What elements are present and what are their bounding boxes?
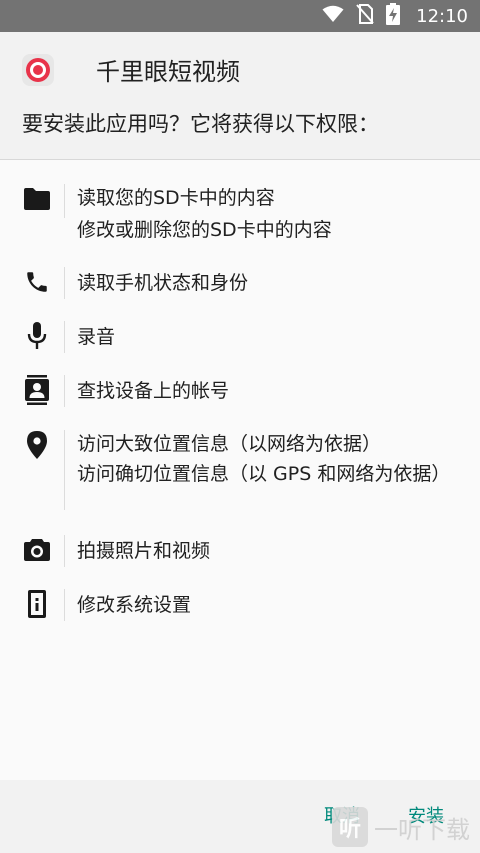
phone-icon (22, 267, 52, 297)
watermark-logo: 听 (332, 807, 368, 847)
permission-line: 修改或删除您的SD卡中的内容 (77, 219, 332, 241)
permission-line: 修改系统设置 (77, 594, 192, 616)
item-divider (64, 589, 65, 621)
microphone-icon (22, 321, 52, 351)
permissions-list[interactable]: 读取您的SD卡中的内容 修改或删除您的SD卡中的内容 读取手机状态和身份 录音 (0, 160, 480, 780)
permission-text: 查找设备上的帐号 (77, 375, 456, 407)
permission-item-phone: 读取手机状态和身份 (0, 265, 480, 301)
permission-line: 录音 (77, 326, 116, 348)
permission-text: 访问大致位置信息（以网络为依据） 访问确切位置信息（以 GPS 和网络为依据） (77, 428, 456, 488)
no-sim-icon (356, 4, 374, 28)
permission-line: 读取手机状态和身份 (77, 272, 249, 294)
permission-item-system-settings: 修改系统设置 (0, 587, 480, 623)
permission-text: 录音 (77, 321, 456, 353)
app-icon (22, 53, 54, 86)
wifi-icon (322, 5, 344, 27)
contacts-icon (22, 375, 52, 405)
watermark-text: 一听下载 (374, 815, 470, 844)
permission-text: 读取手机状态和身份 (77, 267, 456, 299)
item-divider (64, 430, 65, 510)
item-divider (64, 267, 65, 299)
camera-icon (22, 535, 52, 565)
permission-line: 拍摄照片和视频 (77, 540, 211, 562)
watermark: 听 一听下载 (332, 807, 470, 847)
status-icons: 12:10 (322, 3, 468, 29)
item-divider (64, 375, 65, 407)
install-question: 要安装此应用吗？它将获得以下权限： (22, 112, 379, 136)
action-bar: 取消 安装 听 一听下载 (0, 780, 480, 853)
location-icon (22, 430, 52, 460)
permission-line: 访问确切位置信息（以 GPS 和网络为依据） (77, 463, 451, 485)
status-time: 12:10 (416, 5, 468, 27)
permission-text: 拍摄照片和视频 (77, 535, 456, 567)
status-bar: 12:10 (0, 0, 480, 32)
battery-charging-icon (386, 3, 401, 29)
item-divider (64, 535, 65, 567)
permission-text: 修改系统设置 (77, 589, 456, 621)
item-divider (64, 184, 65, 218)
permission-line: 访问大致位置信息（以网络为依据） (77, 433, 382, 455)
permission-item-storage: 读取您的SD卡中的内容 修改或删除您的SD卡中的内容 (0, 180, 480, 244)
folder-icon (22, 184, 52, 214)
install-header: 千里眼短视频 要安装此应用吗？它将获得以下权限： (0, 32, 480, 160)
item-divider (64, 321, 65, 353)
permission-line: 读取您的SD卡中的内容 (77, 187, 275, 209)
system-settings-icon (22, 589, 52, 619)
permission-line: 查找设备上的帐号 (77, 380, 230, 402)
permission-item-camera: 拍摄照片和视频 (0, 533, 480, 569)
permission-item-accounts: 查找设备上的帐号 (0, 373, 480, 409)
permission-item-microphone: 录音 (0, 319, 480, 355)
permission-text: 读取您的SD卡中的内容 修改或删除您的SD卡中的内容 (77, 182, 456, 246)
app-name: 千里眼短视频 (96, 58, 240, 86)
app-row: 千里眼短视频 (22, 52, 240, 87)
permission-item-location: 访问大致位置信息（以网络为依据） 访问确切位置信息（以 GPS 和网络为依据） (0, 426, 480, 516)
